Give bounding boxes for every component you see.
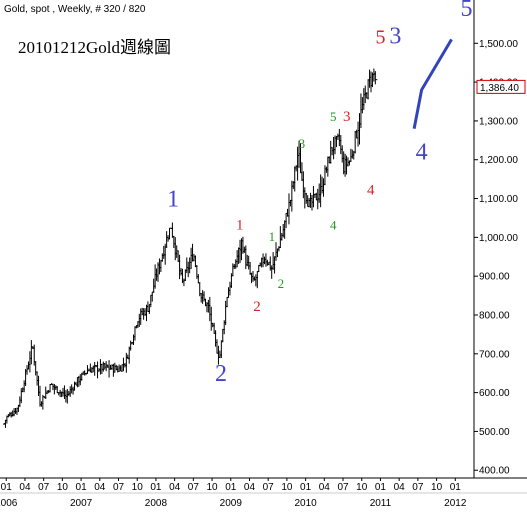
- wave-label: 3: [299, 136, 306, 151]
- x-tick-label: 10: [281, 482, 293, 493]
- y-tick-label: 1,300.00: [479, 116, 518, 127]
- x-tick-label: 04: [94, 482, 106, 493]
- y-tick-label: 600.00: [479, 388, 510, 399]
- chart-title: 20101212Gold週線圖: [18, 38, 171, 57]
- x-tick-label: 04: [319, 482, 331, 493]
- x-year-label: 2011: [370, 498, 392, 509]
- x-tick-label: 10: [431, 482, 443, 493]
- wave-label: 4: [330, 218, 337, 233]
- y-tick-label: 700.00: [479, 349, 510, 360]
- x-tick-label: 10: [206, 482, 218, 493]
- wave-label: 4: [367, 183, 375, 199]
- x-year-label: 2006: [0, 498, 18, 509]
- wave-label: 5: [330, 109, 337, 124]
- x-year-label: 2008: [145, 498, 168, 509]
- x-tick-label: 04: [169, 482, 181, 493]
- x-year-label: 2012: [444, 498, 467, 509]
- x-tick-label: 07: [337, 482, 349, 493]
- x-year-label: 2010: [294, 498, 317, 509]
- y-tick-label: 400.00: [479, 466, 510, 477]
- x-year-label: 2007: [70, 498, 93, 509]
- x-tick-label: 07: [38, 482, 50, 493]
- wave-label: 5: [375, 26, 385, 48]
- x-tick-label: 01: [375, 482, 387, 493]
- wave-label: 3: [389, 23, 401, 49]
- price-bars: [3, 68, 378, 428]
- x-tick-label: 01: [76, 482, 88, 493]
- x-tick-label: 01: [300, 482, 312, 493]
- x-tick-label: 07: [188, 482, 200, 493]
- x-tick-label: 01: [150, 482, 162, 493]
- y-tick-label: 1,500.00: [479, 39, 518, 50]
- wave-label: 1: [236, 218, 244, 234]
- y-tick-label: 1,200.00: [479, 155, 518, 166]
- x-tick-label: 04: [19, 482, 31, 493]
- price-chart-svg: Gold, spot , Weekly, # 320 / 82020101212…: [0, 0, 527, 509]
- projection-path: [412, 38, 453, 129]
- last-price-label: 1,386.40: [480, 83, 519, 94]
- wave-label: 3: [343, 109, 351, 125]
- x-year-label: 2009: [220, 498, 243, 509]
- x-tick-label: 07: [113, 482, 125, 493]
- x-tick-label: 10: [132, 482, 144, 493]
- wave-label: 1: [167, 186, 179, 212]
- x-tick-label: 07: [263, 482, 275, 493]
- x-tick-label: 01: [1, 482, 13, 493]
- wave-label: 5: [461, 0, 473, 22]
- wave-label: 2: [215, 361, 227, 387]
- y-tick-label: 500.00: [479, 427, 510, 438]
- y-tick-label: 1,100.00: [479, 194, 518, 205]
- y-tick-label: 900.00: [479, 272, 510, 283]
- x-tick-label: 07: [412, 482, 424, 493]
- x-tick-label: 01: [225, 482, 237, 493]
- x-tick-label: 10: [356, 482, 368, 493]
- wave-label: 2: [278, 276, 285, 291]
- y-tick-label: 800.00: [479, 310, 510, 321]
- x-tick-label: 04: [394, 482, 406, 493]
- x-tick-label: 10: [57, 482, 69, 493]
- x-tick-label: 01: [450, 482, 462, 493]
- y-tick-label: 1,000.00: [479, 233, 518, 244]
- wave-label: 1: [269, 229, 276, 244]
- chart-header: Gold, spot , Weekly, # 320 / 820: [4, 4, 146, 15]
- wave-label: 2: [253, 299, 261, 315]
- gold-weekly-chart: Gold, spot , Weekly, # 320 / 820 20101212…: [0, 0, 527, 512]
- x-tick-label: 04: [244, 482, 256, 493]
- wave-label: 4: [416, 140, 428, 166]
